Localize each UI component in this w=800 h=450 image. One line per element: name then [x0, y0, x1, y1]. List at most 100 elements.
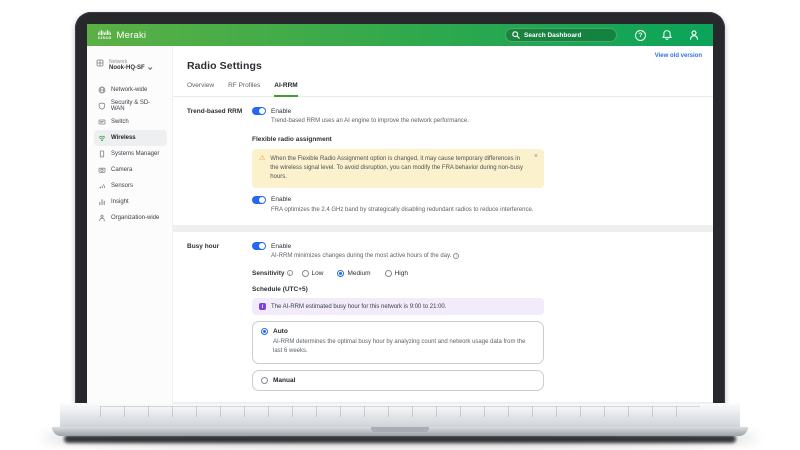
sidebar-item-label: Sensors: [111, 183, 134, 189]
info-text: The AI-RRM estimated busy hour for this …: [271, 303, 447, 310]
top-nav-bar: cisco Meraki Search Dashboard: [87, 24, 713, 46]
tab-ai-rrm[interactable]: AI-RRM: [274, 82, 298, 97]
sensors-icon: [99, 184, 105, 189]
section-divider: [173, 402, 713, 404]
organization-icon: [99, 214, 105, 222]
cisco-wordmark: cisco: [98, 35, 112, 40]
sensitivity-label: Sensitivity: [252, 270, 293, 277]
sidebar-item-label: Security & SD-WAN: [110, 100, 151, 112]
view-old-version-link[interactable]: View old version: [655, 53, 702, 59]
radio-checked[interactable]: [261, 328, 268, 336]
notifications-bell-icon[interactable]: [661, 29, 673, 41]
radio-checked[interactable]: [337, 270, 345, 278]
chevron-down-icon: [147, 65, 153, 70]
radio-unchecked[interactable]: [301, 270, 309, 278]
dashboard-body: Network Nook-HQ-SF Network-wide Security…: [87, 46, 713, 404]
laptop-mockup: cisco Meraki Search Dashboard ? Network …: [0, 0, 800, 450]
sidebar-item-sensors[interactable]: Sensors: [94, 178, 167, 194]
bar-chart-icon: [99, 199, 105, 206]
schedule-option-manual[interactable]: Manual: [252, 370, 544, 392]
help-icon[interactable]: [635, 29, 646, 41]
account-person-icon[interactable]: [688, 29, 700, 41]
trend-rrm-description: Trend-based RRM uses an AI engine to imp…: [271, 118, 469, 124]
sensitivity-option-low[interactable]: Low: [301, 270, 324, 278]
search-placeholder: Search Dashboard: [524, 31, 582, 39]
cisco-meraki-logo: cisco Meraki: [98, 30, 146, 41]
shield-icon: [98, 102, 106, 110]
mobile-device-icon: [99, 150, 105, 158]
auto-option-description: AI-RRM determines the optimal busy hour …: [273, 339, 526, 355]
radio-label: Medium: [347, 270, 371, 278]
wifi-icon: [98, 135, 106, 142]
sidebar-item-camera[interactable]: Camera: [94, 162, 167, 178]
sidebar-item-systems-manager[interactable]: Systems Manager: [94, 146, 167, 162]
sidebar-item-label: Network-wide: [111, 87, 148, 93]
close-icon[interactable]: [534, 153, 538, 160]
trend-rrm-enable-toggle[interactable]: [252, 107, 266, 115]
globe-icon: [98, 86, 106, 94]
info-square-icon: [259, 303, 266, 311]
auto-option-label: Auto: [273, 328, 288, 336]
fra-enable-toggle[interactable]: [252, 195, 266, 204]
sidebar-item-insight[interactable]: Insight: [94, 194, 167, 210]
busy-hour-description-text: AI-RRM minimizes changes during the most…: [271, 253, 452, 260]
tab-rf-profiles[interactable]: RF Profiles: [228, 82, 260, 96]
tab-bar: Overview RF Profiles AI-RRM: [173, 72, 713, 97]
sidebar-nav: Network Nook-HQ-SF Network-wide Security…: [87, 46, 173, 404]
switch-icon: [98, 119, 106, 125]
toggle-label: Enable: [271, 107, 292, 115]
meraki-wordmark: Meraki: [116, 29, 147, 41]
sidebar-item-label: Switch: [111, 119, 129, 125]
tab-overview[interactable]: Overview: [187, 82, 214, 96]
toggle-label: Enable: [271, 196, 292, 204]
sensitivity-radio-group: Sensitivity Low Medium Hig: [252, 270, 544, 278]
dashboard-screen: cisco Meraki Search Dashboard ? Network …: [87, 24, 713, 404]
busy-hour-enable-toggle[interactable]: [252, 242, 266, 251]
sidebar-item-network-wide[interactable]: Network-wide: [94, 82, 167, 98]
toggle-label: Enable: [271, 242, 292, 250]
search-input[interactable]: Search Dashboard: [505, 28, 617, 42]
sensitivity-option-high[interactable]: High: [384, 270, 408, 278]
network-grid-icon: [96, 59, 104, 67]
laptop-shadow-dark: [64, 435, 736, 443]
sidebar-item-label: Organization-wide: [111, 215, 160, 221]
radio-label: High: [394, 270, 408, 278]
search-icon: [512, 31, 520, 39]
sidebar-item-switch[interactable]: Switch: [94, 114, 167, 130]
sidebar-item-label: Wireless: [111, 135, 136, 141]
warning-text: When the Flexible Radio Assignment optio…: [270, 155, 523, 180]
section-label: Trend-based RRM: [187, 108, 243, 115]
busy-hour-description: AI-RRM minimizes changes during the most…: [271, 252, 544, 261]
sensitivity-label-text: Sensitivity: [252, 270, 285, 278]
fra-heading: Flexible radio assignment: [252, 135, 332, 143]
sidebar-item-security-sd-wan[interactable]: Security & SD-WAN: [94, 98, 167, 114]
network-name-text: Nook-HQ-SF: [109, 65, 145, 71]
schedule-label: Schedule (UTC+5): [252, 286, 308, 294]
info-circle-icon[interactable]: [453, 252, 460, 259]
camera-icon: [98, 167, 106, 173]
sidebar-item-label: Systems Manager: [111, 151, 160, 157]
info-circle-icon[interactable]: [286, 270, 293, 277]
cisco-logo: cisco: [98, 30, 112, 41]
radio-unchecked[interactable]: [384, 270, 392, 278]
warning-icon: [259, 155, 265, 182]
schedule-option-auto[interactable]: Auto AI-RRM determines the optimal busy …: [252, 321, 544, 365]
network-selector[interactable]: Network Nook-HQ-SF: [94, 59, 167, 71]
laptop-base: [52, 427, 748, 436]
radio-label: Low: [311, 270, 324, 278]
radio-unchecked[interactable]: [261, 377, 268, 385]
sensitivity-option-medium[interactable]: Medium: [337, 270, 371, 278]
fra-description: FRA optimizes the 2.4 GHz band by strate…: [271, 206, 534, 213]
section-label: Busy hour: [187, 243, 220, 251]
page-title: Radio Settings: [187, 60, 262, 72]
sidebar-item-organization-wide[interactable]: Organization-wide: [94, 210, 167, 226]
sidebar-item-label: Insight: [111, 199, 129, 205]
section-divider: [173, 225, 713, 233]
laptop-keyboard-deck: [60, 403, 740, 428]
busy-hour-info-banner: The AI-RRM estimated busy hour for this …: [252, 298, 544, 316]
top-nav-icons: [635, 29, 700, 41]
network-name: Nook-HQ-SF: [109, 65, 153, 71]
main-content: View old version Radio Settings Overview…: [173, 46, 713, 404]
sidebar-item-wireless[interactable]: Wireless: [94, 130, 167, 146]
section-trend-based-rrm: Trend-based RRM Enable Trend-based RRM u…: [173, 97, 713, 226]
